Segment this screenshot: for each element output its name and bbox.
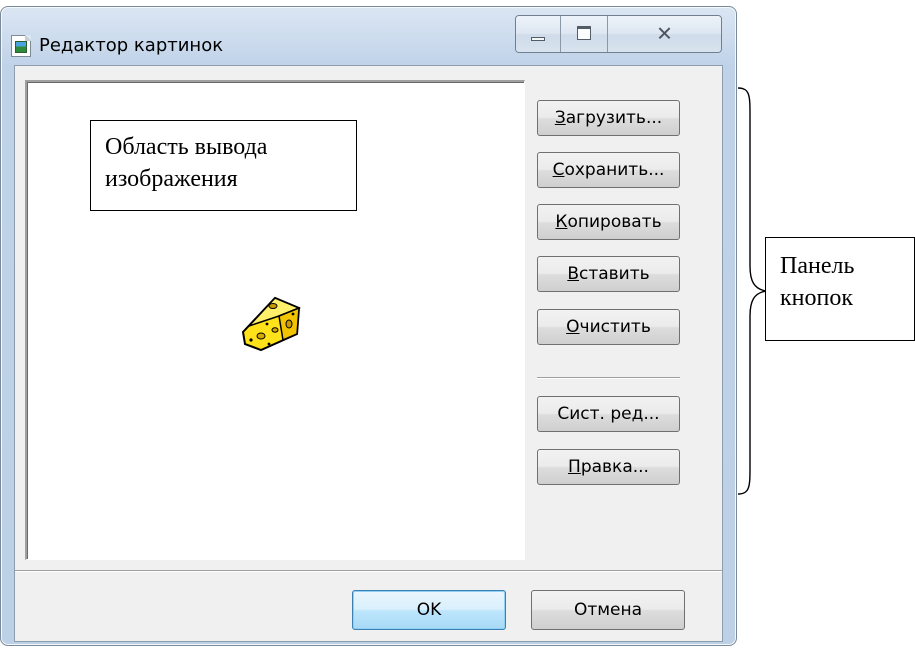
window-title: Редактор картинок — [39, 35, 224, 56]
clear-button[interactable]: Очистить — [537, 309, 680, 345]
image-area-callout-line1: Область вывода — [105, 134, 268, 160]
edit-button[interactable]: Правка... — [537, 449, 680, 485]
cancel-button[interactable]: Отмена — [531, 590, 685, 630]
button-panel-callout-line1: Панель — [780, 253, 855, 279]
maximize-icon — [577, 26, 591, 40]
load-button[interactable]: Загрузить... — [537, 100, 680, 136]
caption-buttons: ✕ — [515, 15, 722, 53]
footer-separator — [15, 570, 722, 572]
image-area-callout: Область вывода изображения — [90, 120, 357, 211]
button-panel-callout: Панель кнопок — [765, 237, 915, 341]
paste-button[interactable]: Вставить — [537, 256, 680, 292]
image-area-callout-line2: изображения — [105, 166, 238, 192]
minimize-button[interactable] — [516, 16, 561, 52]
maximize-button[interactable] — [561, 16, 608, 52]
picture-document-icon[interactable] — [11, 35, 31, 57]
close-icon: ✕ — [656, 21, 673, 46]
picture-editor-window: Редактор картинок ✕ Загрузить... Сохрани… — [0, 6, 737, 646]
close-button[interactable]: ✕ — [608, 16, 721, 52]
copy-button[interactable]: Копировать — [537, 204, 680, 240]
save-button[interactable]: Сохранить... — [537, 152, 680, 188]
minimize-icon — [531, 37, 545, 41]
title-bar[interactable]: Редактор картинок ✕ — [1, 7, 736, 65]
system-editor-button[interactable]: Сист. ред... — [537, 396, 680, 432]
cheese-icon — [241, 296, 301, 352]
button-panel-callout-line2: кнопок — [780, 285, 854, 311]
ok-button[interactable]: OK — [352, 590, 506, 630]
button-panel-brace — [737, 87, 767, 495]
button-panel-separator — [537, 377, 680, 379]
